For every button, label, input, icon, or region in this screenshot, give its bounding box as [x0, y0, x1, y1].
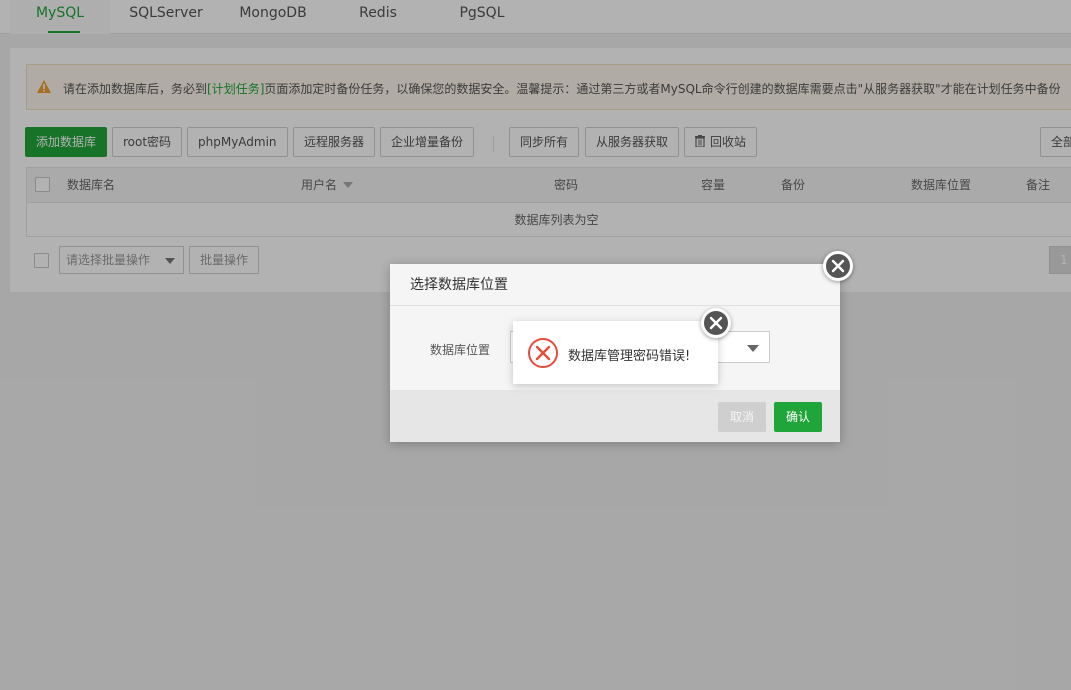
confirm-button[interactable]: 确认 [774, 402, 823, 432]
cancel-button[interactable]: 取消 [718, 402, 767, 432]
db-location-label: 数据库位置 [430, 343, 491, 357]
toast-close-button[interactable] [701, 308, 731, 338]
chevron-down-icon [747, 345, 759, 352]
dialog-title: 选择数据库位置 [390, 264, 840, 306]
error-circle-icon [528, 338, 558, 368]
close-icon [831, 259, 845, 273]
dialog-footer: 取消 确认 [390, 390, 840, 442]
dialog-close-button[interactable] [823, 251, 853, 281]
close-icon [709, 316, 723, 330]
toast-message: 数据库管理密码错误! [568, 349, 691, 364]
error-toast: 数据库管理密码错误! [513, 321, 718, 384]
